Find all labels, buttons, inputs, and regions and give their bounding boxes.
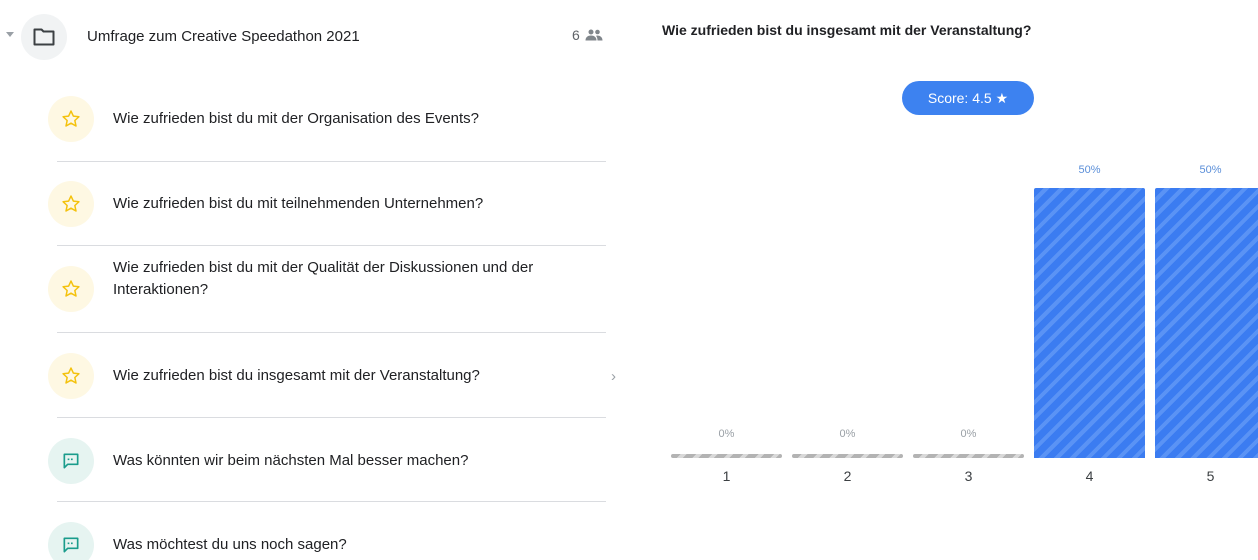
star-icon xyxy=(62,110,80,127)
star-icon xyxy=(62,195,80,212)
question-label: Wie zufrieden bist du insgesamt mit der … xyxy=(113,367,480,384)
result-panel: Wie zufrieden bist du insgesamt mit der … xyxy=(640,0,1258,560)
star-icon xyxy=(62,280,80,297)
question-item-selected[interactable]: Wie zufrieden bist du insgesamt mit der … xyxy=(48,353,606,399)
star-icon-circle xyxy=(48,266,94,312)
chevron-down-icon[interactable] xyxy=(6,32,14,37)
bar[interactable] xyxy=(671,454,782,458)
bar-category-label: 4 xyxy=(1085,468,1094,484)
comment-icon-circle xyxy=(48,522,94,560)
survey-panel: Umfrage zum Creative Speedathon 2021 6 W… xyxy=(0,0,640,560)
star-icon-circle xyxy=(48,353,94,399)
star-icon-circle xyxy=(48,96,94,142)
question-item[interactable]: Was könnten wir beim nächsten Mal besser… xyxy=(48,438,606,484)
star-icon-circle xyxy=(48,181,94,227)
survey-folder-row[interactable]: Umfrage zum Creative Speedathon 2021 6 xyxy=(0,14,620,60)
divider xyxy=(57,501,606,502)
star-icon xyxy=(62,367,80,384)
question-item[interactable]: Was möchtest du uns noch sagen? xyxy=(48,522,606,560)
divider xyxy=(57,332,606,333)
participant-count-value: 6 xyxy=(572,27,580,43)
question-label: Wie zufrieden bist du mit teilnehmenden … xyxy=(113,195,484,212)
chevron-right-icon[interactable]: › xyxy=(611,368,616,385)
question-item[interactable]: Wie zufrieden bist du mit teilnehmenden … xyxy=(48,181,606,227)
bar-category-label: 3 xyxy=(964,468,973,484)
folder-icon-circle xyxy=(21,14,67,60)
bar-value-label: 50% xyxy=(1078,164,1101,176)
folder-icon xyxy=(33,28,55,46)
question-label: Was könnten wir beim nächsten Mal besser… xyxy=(113,452,469,469)
question-label: Wie zufrieden bist du mit der Organisati… xyxy=(113,110,480,127)
bar-category-label: 1 xyxy=(722,468,731,484)
bar-value-label: 50% xyxy=(1199,164,1222,176)
comment-icon xyxy=(63,453,79,469)
question-label: Wie zufrieden bist du mit der Qualität d… xyxy=(113,259,534,298)
divider xyxy=(57,161,606,162)
bar-value-label: 0% xyxy=(839,428,856,440)
comment-icon-circle xyxy=(48,438,94,484)
question-label: Was möchtest du uns noch sagen? xyxy=(113,536,347,553)
bar-value-label: 0% xyxy=(960,428,977,440)
question-item[interactable]: Wie zufrieden bist du mit der Organisati… xyxy=(48,96,606,142)
bar-value-label: 0% xyxy=(718,428,735,440)
bar[interactable] xyxy=(792,454,903,458)
people-icon xyxy=(585,29,603,41)
bar-category-label: 5 xyxy=(1206,468,1215,484)
result-title: Wie zufrieden bist du insgesamt mit der … xyxy=(662,22,1032,38)
bar[interactable] xyxy=(1155,188,1258,458)
comment-icon xyxy=(63,537,79,553)
survey-title: Umfrage zum Creative Speedathon 2021 xyxy=(87,28,360,45)
score-badge: Score: 4.5 ★ xyxy=(902,81,1034,115)
bar[interactable] xyxy=(1034,188,1145,458)
divider xyxy=(57,245,606,246)
question-item[interactable]: Wie zufrieden bist du mit der Qualität d… xyxy=(48,259,606,312)
participant-count: 6 xyxy=(572,27,603,43)
bar[interactable] xyxy=(913,454,1024,458)
divider xyxy=(57,417,606,418)
bar-category-label: 2 xyxy=(843,468,852,484)
